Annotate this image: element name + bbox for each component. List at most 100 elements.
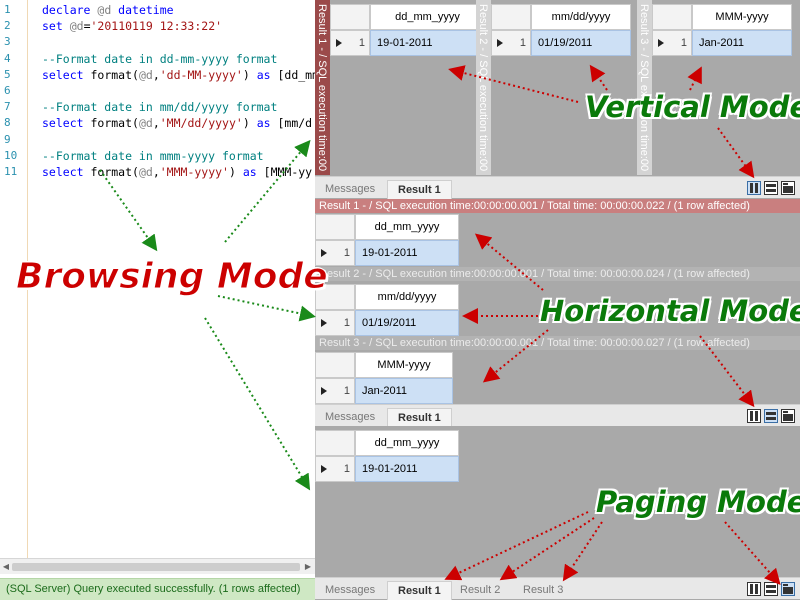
row-marker-icon bbox=[321, 465, 327, 473]
vertical-tab-bar: Messages Result 1 bbox=[315, 176, 800, 199]
result-bar-label: Result 3 - / SQL execution time:00 bbox=[638, 4, 650, 172]
row-marker-icon bbox=[336, 39, 342, 47]
row-header[interactable]: 1 bbox=[315, 456, 355, 482]
code-token: ) bbox=[242, 67, 257, 82]
tab-result-1[interactable]: Result 1 bbox=[387, 408, 452, 427]
row-marker-icon bbox=[321, 387, 327, 395]
column-header[interactable]: dd_mm_yyyy bbox=[355, 214, 459, 240]
grid-cell[interactable]: Jan-2011 bbox=[692, 30, 792, 56]
paging-mode-icon[interactable] bbox=[781, 181, 795, 195]
horizontal-mode-icon[interactable] bbox=[764, 409, 778, 423]
paging-mode-label: Paging Mode bbox=[596, 485, 800, 519]
vertical-mode-label: Vertical Mode bbox=[585, 90, 800, 124]
row-header[interactable]: 1 bbox=[652, 30, 692, 56]
line-number: 2 bbox=[4, 19, 11, 33]
editor-horizontal-scrollbar[interactable]: ◀ ▶ bbox=[0, 558, 315, 574]
line-number: 7 bbox=[4, 100, 11, 114]
vertical-result-bar-1[interactable]: Result 1 - / SQL execution time:00 bbox=[315, 0, 330, 175]
grid-cell[interactable]: 01/19/2011 bbox=[355, 310, 459, 336]
horizontal-mode-icon[interactable] bbox=[764, 181, 778, 195]
scroll-left-arrow-icon[interactable]: ◀ bbox=[1, 561, 11, 573]
line-number: 11 bbox=[4, 165, 18, 178]
column-header[interactable]: dd_mm_yyyy bbox=[355, 430, 459, 456]
code-line[interactable]: --Format date in mmm-yyyy format bbox=[42, 149, 264, 163]
code-token: ( bbox=[132, 67, 139, 82]
code-line[interactable]: --Format date in dd-mm-yyyy format bbox=[42, 52, 277, 66]
paging-mode-icon[interactable] bbox=[781, 582, 795, 596]
grid-cell[interactable]: 01/19/2011 bbox=[531, 30, 631, 56]
line-number: 8 bbox=[4, 116, 11, 130]
code-token: select bbox=[42, 165, 91, 179]
vertical-mode-icon[interactable] bbox=[747, 582, 761, 596]
column-header[interactable]: mm/dd/yyyy bbox=[531, 4, 631, 30]
column-header[interactable]: MMM-yyyy bbox=[692, 4, 792, 30]
grid-cell[interactable]: Jan-2011 bbox=[355, 378, 453, 404]
tab-result-3[interactable]: Result 3 bbox=[513, 581, 573, 600]
vertical-result-bar-2[interactable]: Result 2 - / SQL execution time:00 bbox=[476, 0, 491, 175]
vertical-mode-icon[interactable] bbox=[747, 181, 761, 195]
code-line[interactable]: select format(@d,'MMM-yyyy') as [MMM-yy bbox=[42, 165, 312, 179]
row-header[interactable]: 1 bbox=[491, 30, 531, 56]
code-token: datetime bbox=[118, 3, 174, 17]
code-token: format bbox=[90, 165, 133, 179]
tab-result-2[interactable]: Result 2 bbox=[450, 581, 510, 600]
grid-cell[interactable]: 19-01-2011 bbox=[355, 240, 459, 266]
row-header[interactable]: 1 bbox=[330, 30, 370, 56]
paging-mode-icon[interactable] bbox=[781, 409, 795, 423]
vertical-mode-icon[interactable] bbox=[747, 409, 761, 423]
grid-cell[interactable]: 19-01-2011 bbox=[370, 30, 485, 56]
line-number: 5 bbox=[4, 67, 11, 81]
tab-messages[interactable]: Messages bbox=[315, 581, 385, 600]
row-number: 1 bbox=[358, 37, 365, 49]
code-line[interactable]: --Format date in mm/dd/yyyy format bbox=[42, 100, 277, 114]
scroll-right-arrow-icon[interactable]: ▶ bbox=[303, 561, 313, 573]
horizontal-result-bar-2[interactable]: Result 2 - / SQL execution time:00:00:00… bbox=[315, 267, 800, 281]
column-header[interactable]: MMM-yyyy bbox=[355, 352, 453, 378]
horizontal-result-bar-1[interactable]: Result 1 - / SQL execution time:00:00:00… bbox=[315, 199, 800, 213]
tab-messages[interactable]: Messages bbox=[315, 180, 385, 199]
code-token: @d bbox=[138, 165, 153, 179]
column-header[interactable]: mm/dd/yyyy bbox=[355, 284, 459, 310]
vertical-grid-3: MMM-yyyy 1 Jan-2011 bbox=[652, 0, 800, 175]
code-token: @d bbox=[138, 116, 153, 131]
tab-result-1[interactable]: Result 1 bbox=[387, 180, 452, 199]
code-token: , bbox=[152, 116, 160, 131]
code-token: select bbox=[42, 116, 91, 131]
scrollbar-thumb[interactable] bbox=[12, 563, 300, 571]
code-token: , bbox=[152, 67, 160, 82]
row-header[interactable]: 1 bbox=[315, 310, 355, 336]
code-token: [dd_mm bbox=[277, 67, 315, 82]
code-token: declare bbox=[42, 3, 98, 17]
line-number: 9 bbox=[4, 132, 11, 146]
grid-corner bbox=[315, 430, 355, 456]
row-number: 1 bbox=[343, 463, 350, 475]
code-token: set bbox=[42, 19, 70, 34]
code-token: , bbox=[152, 165, 160, 179]
horizontal-tab-bar: Messages Result 1 bbox=[315, 404, 800, 427]
tab-result-1[interactable]: Result 1 bbox=[387, 581, 452, 600]
column-header[interactable]: dd_mm_yyyy bbox=[370, 4, 485, 30]
row-number: 1 bbox=[343, 247, 350, 259]
vertical-grid-1: dd_mm_yyyy 1 19-01-2011 bbox=[330, 0, 490, 175]
horizontal-mode-icon[interactable] bbox=[764, 582, 778, 596]
code-token: format bbox=[90, 116, 133, 131]
grid-corner bbox=[652, 4, 692, 30]
result-bar-label: Result 2 - / SQL execution time:00 bbox=[477, 4, 489, 172]
code-token: ) bbox=[229, 165, 243, 179]
code-line[interactable]: select format(@d,'MM/dd/yyyy') as [mm/d bbox=[42, 116, 312, 130]
code-token: format bbox=[90, 67, 133, 82]
grid-cell[interactable]: 19-01-2011 bbox=[355, 456, 459, 482]
code-token: = bbox=[83, 19, 91, 34]
row-header[interactable]: 1 bbox=[315, 378, 355, 404]
grid-corner bbox=[315, 352, 355, 378]
code-line[interactable]: declare @d datetime bbox=[42, 3, 174, 17]
horizontal-result-bar-3[interactable]: Result 3 - / SQL execution time:00:00:00… bbox=[315, 336, 800, 350]
code-token: as bbox=[256, 116, 278, 131]
tab-messages[interactable]: Messages bbox=[315, 408, 385, 427]
code-line[interactable]: set @d='20110119 12:33:22' bbox=[42, 19, 222, 33]
line-number: 10 bbox=[4, 148, 18, 162]
vertical-grid-2: mm/dd/yyyy 1 01/19/2011 bbox=[491, 0, 651, 175]
code-line[interactable]: select format(@d,'dd-MM-yyyy') as [dd_mm bbox=[42, 68, 315, 82]
vertical-result-bar-3[interactable]: Result 3 - / SQL execution time:00 bbox=[637, 0, 652, 175]
line-number: 4 bbox=[4, 51, 11, 65]
